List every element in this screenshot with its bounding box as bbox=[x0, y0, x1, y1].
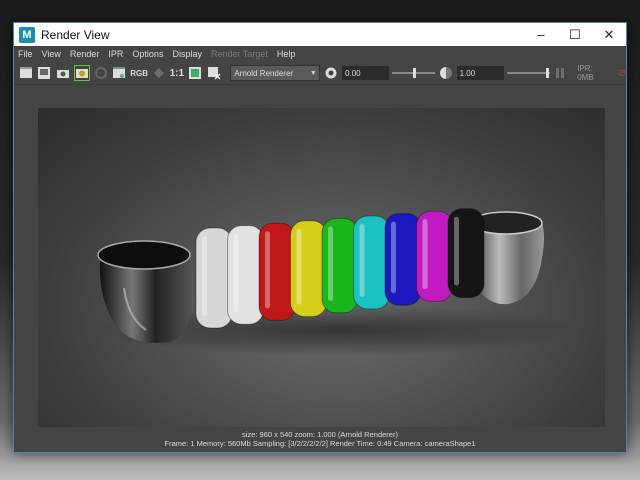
menu-bar: File View Render IPR Options Display Ren… bbox=[14, 46, 626, 62]
ring bbox=[195, 227, 233, 329]
menu-ipr[interactable]: IPR bbox=[108, 49, 123, 59]
one-to-one-button[interactable]: 1:1 bbox=[170, 68, 184, 79]
menu-view[interactable]: View bbox=[42, 49, 61, 59]
ipr-memory-label: IPR: 0MB bbox=[577, 64, 594, 82]
render-stats-info: Frame: 1 Memory: 560Mb Sampling: [3/2/2/… bbox=[164, 439, 476, 448]
chevron-down-icon: ▼ bbox=[309, 69, 317, 77]
toolbar: RGB 1:1 Arnold Renderer ▼ 0.00 1.00 IPR:… bbox=[14, 62, 626, 85]
render-viewport[interactable]: size: 960 x 540 zoom: 1.000 (Arnold Rend… bbox=[14, 85, 626, 452]
clapper-icon[interactable] bbox=[112, 65, 128, 81]
stop-render-icon[interactable]: ⊘ bbox=[618, 68, 626, 79]
exposure-slider-handle[interactable] bbox=[412, 68, 416, 78]
menu-display[interactable]: Display bbox=[172, 49, 202, 59]
ring bbox=[416, 210, 453, 302]
refresh-ipr-icon[interactable] bbox=[93, 65, 109, 81]
ring bbox=[384, 213, 422, 306]
ring bbox=[290, 220, 327, 318]
snapshot-icon[interactable] bbox=[55, 65, 71, 81]
title-bar[interactable]: M Render View – ☐ ✕ bbox=[14, 23, 626, 46]
exposure-slider[interactable] bbox=[391, 66, 435, 80]
minimize-button[interactable]: – bbox=[524, 23, 558, 46]
menu-options[interactable]: Options bbox=[132, 49, 163, 59]
window-title: Render View bbox=[41, 27, 110, 42]
gamma-slider-handle[interactable] bbox=[545, 68, 549, 78]
pause-ipr-icon[interactable] bbox=[553, 65, 569, 81]
renderer-select[interactable]: Arnold Renderer ▼ bbox=[230, 65, 321, 81]
ipr-render-icon[interactable] bbox=[73, 65, 90, 81]
renderer-select-value: Arnold Renderer bbox=[234, 68, 294, 78]
ring bbox=[447, 208, 485, 299]
menu-help[interactable]: Help bbox=[277, 49, 296, 59]
rendered-image bbox=[38, 108, 605, 427]
ring bbox=[353, 215, 390, 310]
menu-render-target: Render Target bbox=[210, 49, 268, 59]
maximize-button[interactable]: ☐ bbox=[558, 23, 592, 46]
menu-file[interactable]: File bbox=[18, 49, 33, 59]
exposure-icon bbox=[323, 65, 339, 81]
ring bbox=[321, 217, 359, 314]
render-status-bar: size: 960 x 540 zoom: 1.000 (Arnold Rend… bbox=[14, 430, 626, 448]
render-view-window: M Render View – ☐ ✕ File View Render IPR… bbox=[13, 22, 627, 453]
gamma-field[interactable]: 1.00 bbox=[456, 66, 504, 80]
rgb-channel-toggle[interactable]: RGB bbox=[130, 69, 148, 78]
redo-render-icon[interactable] bbox=[18, 65, 34, 81]
ring bbox=[258, 222, 296, 321]
menu-render[interactable]: Render bbox=[70, 49, 100, 59]
gamma-slider-track bbox=[506, 72, 550, 74]
close-button[interactable]: ✕ bbox=[592, 23, 626, 46]
remove-image-icon[interactable] bbox=[206, 65, 222, 81]
ring bbox=[227, 225, 264, 325]
display-image-icon[interactable] bbox=[187, 65, 203, 81]
channel-icon[interactable] bbox=[151, 65, 167, 81]
gamma-icon bbox=[438, 65, 454, 81]
render-region-icon[interactable] bbox=[37, 65, 53, 81]
gamma-slider[interactable] bbox=[506, 66, 550, 80]
exposure-field[interactable]: 0.00 bbox=[342, 66, 389, 80]
render-size-info: size: 960 x 540 zoom: 1.000 (Arnold Rend… bbox=[242, 430, 398, 439]
maya-app-icon: M bbox=[19, 26, 35, 43]
